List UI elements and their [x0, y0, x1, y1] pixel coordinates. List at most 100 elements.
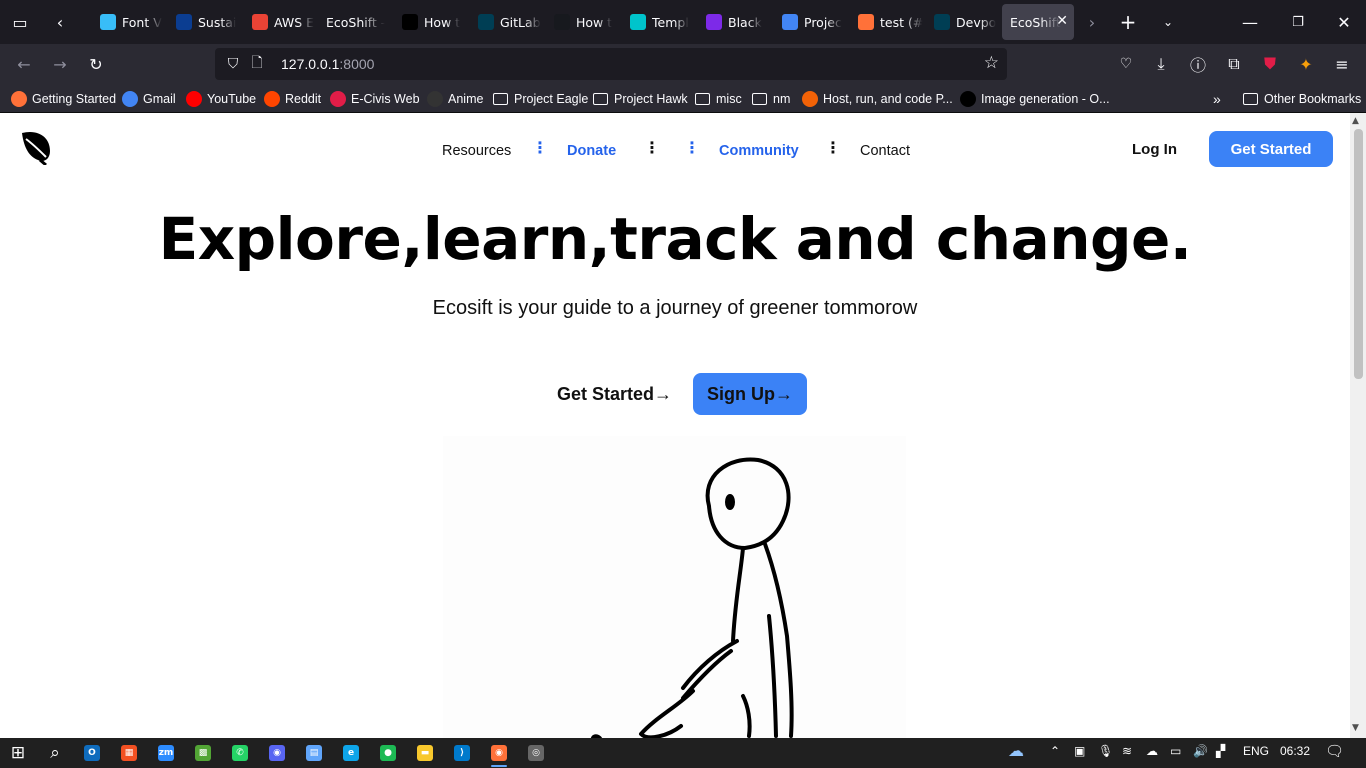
tab-4[interactable]: How t: [394, 4, 468, 40]
bookmark-9[interactable]: nm: [752, 89, 790, 109]
weather-icon[interactable]: ☁: [1008, 741, 1024, 761]
tab-overview-icon[interactable]: ▭: [6, 0, 34, 44]
downloads-icon[interactable]: ⤓: [1146, 50, 1176, 78]
nav-donate[interactable]: Donate: [567, 143, 616, 159]
bookmark-10[interactable]: Host, run, and code P...: [802, 89, 953, 109]
tailwind-icon: [100, 14, 116, 30]
url-text[interactable]: 127.0.0.1:8000: [281, 56, 374, 72]
firefox-icon[interactable]: ◉: [486, 741, 512, 767]
extensions-icon[interactable]: ⧉: [1219, 50, 1249, 78]
page-icon[interactable]: 🗋: [247, 52, 267, 76]
bookmark-8[interactable]: misc: [695, 89, 742, 109]
tab-3[interactable]: EcoShift -: [318, 4, 392, 40]
minimize-window-icon[interactable]: —: [1232, 0, 1268, 44]
tab-9[interactable]: Projec: [774, 4, 848, 40]
camera-icon[interactable]: ▣: [1074, 744, 1085, 758]
more-bookmarks-icon[interactable]: »: [1213, 89, 1221, 109]
obs-icon[interactable]: ◎: [523, 741, 549, 765]
get-started-button[interactable]: Get Started: [1209, 131, 1333, 167]
discord-icon[interactable]: ◉: [264, 741, 290, 765]
windows-start-icon[interactable]: ⊞: [5, 741, 31, 765]
volume-icon[interactable]: 🔊: [1193, 744, 1208, 758]
scroll-tabs-right-icon[interactable]: ›: [1080, 0, 1104, 44]
tab-6[interactable]: How t: [546, 4, 620, 40]
scroll-up-icon[interactable]: ▲: [1352, 116, 1359, 126]
menu-icon[interactable]: ≡: [1327, 50, 1357, 78]
tab-1[interactable]: Sustai: [168, 4, 242, 40]
scroll-tabs-left-icon[interactable]: ‹: [46, 0, 74, 44]
wifi-icon[interactable]: ≋: [1122, 744, 1132, 758]
zoom-icon[interactable]: zm: [153, 741, 179, 765]
close-window-icon[interactable]: ✕: [1326, 0, 1362, 44]
page-scrollbar[interactable]: ▲ ▼: [1350, 113, 1366, 738]
scrollbar-thumb[interactable]: [1354, 129, 1363, 379]
back-icon[interactable]: ←: [9, 50, 39, 78]
minecraft-icon[interactable]: ▩: [190, 741, 216, 765]
shield-icon[interactable]: ⛉: [223, 56, 243, 72]
file-explorer-icon[interactable]: ▬: [412, 741, 438, 765]
resources-menu-icon[interactable]: ⋮: [532, 140, 548, 156]
ublock-icon[interactable]: ⛊: [1255, 50, 1285, 78]
bookmark-7[interactable]: Project Hawk: [593, 89, 688, 109]
tab-2[interactable]: AWS E: [244, 4, 318, 40]
community-more-icon[interactable]: ⋮: [825, 140, 841, 156]
restore-window-icon[interactable]: ❐: [1280, 0, 1316, 44]
show-hidden-icons-icon[interactable]: ⌃: [1050, 744, 1060, 758]
hero-signup-button[interactable]: Sign Up→: [693, 373, 807, 415]
forward-icon[interactable]: →: [45, 50, 75, 78]
extension-puzzle-icon[interactable]: ✦: [1291, 50, 1321, 78]
bookmark-2[interactable]: YouTube: [186, 89, 256, 109]
tab-7[interactable]: Templ: [622, 4, 696, 40]
nav-community[interactable]: Community: [719, 143, 799, 159]
list-all-tabs-icon[interactable]: ⌄: [1154, 0, 1182, 44]
display-icon[interactable]: ▞: [1216, 744, 1225, 758]
login-link[interactable]: Log In: [1132, 141, 1177, 158]
tab-11[interactable]: Devpo: [926, 4, 1000, 40]
bookmark-1[interactable]: Gmail: [122, 89, 176, 109]
tab-8[interactable]: Black: [698, 4, 772, 40]
bookmark-3[interactable]: Reddit: [264, 89, 321, 109]
battery-icon[interactable]: ▭: [1170, 744, 1181, 758]
bookmark-0[interactable]: Getting Started: [11, 89, 116, 109]
hero-get-started-link[interactable]: Get Started→: [557, 384, 672, 405]
tab-0[interactable]: Font V: [92, 4, 166, 40]
bookmark-5[interactable]: Anime: [427, 89, 483, 109]
whatsapp-icon[interactable]: ✆: [227, 741, 253, 765]
new-tab-icon[interactable]: +: [1114, 0, 1142, 44]
store-icon[interactable]: ▦: [116, 741, 142, 765]
bookmark-4[interactable]: E-Civis Web: [330, 89, 420, 109]
microphone-icon[interactable]: 🎙: [1098, 744, 1113, 758]
clock[interactable]: 06:32: [1280, 744, 1310, 758]
bookmark-6[interactable]: Project Eagle: [493, 89, 588, 109]
spotify-icon[interactable]: ●: [375, 741, 401, 765]
file-explorer-glyph: ▬: [417, 745, 433, 761]
close-tab-icon[interactable]: ✕: [1056, 13, 1068, 29]
nav-contact[interactable]: Contact: [860, 143, 910, 159]
tab-label: Devpo: [956, 14, 997, 30]
community-menu-icon[interactable]: ⋮: [684, 140, 700, 156]
language-indicator[interactable]: ENG: [1243, 744, 1269, 758]
info-icon[interactable]: ⓘ: [1183, 50, 1213, 78]
donate-menu-icon[interactable]: ⋮: [644, 140, 660, 156]
nav-resources[interactable]: Resources: [442, 143, 511, 159]
notification-icon[interactable]: 🗨: [1325, 742, 1344, 760]
edge-icon[interactable]: e: [338, 741, 364, 765]
outlook-icon[interactable]: O: [79, 741, 105, 765]
bookmark-label: Getting Started: [32, 92, 117, 106]
url-port: :8000: [339, 56, 375, 72]
search-icon[interactable]: ⌕: [42, 741, 68, 765]
pocket-icon[interactable]: ♡: [1111, 50, 1141, 78]
notepad-icon[interactable]: ▤: [301, 741, 327, 765]
vscode-icon[interactable]: ⟩: [449, 741, 475, 765]
bookmark-11[interactable]: Image generation - O...: [960, 89, 1110, 109]
tab-10[interactable]: test (#: [850, 4, 924, 40]
tab-active[interactable]: EcoShift ✕: [1002, 4, 1074, 40]
url-bar[interactable]: ⛉ 🗋 127.0.0.1:8000 ☆: [215, 48, 1007, 80]
scroll-down-icon[interactable]: ▼: [1352, 723, 1359, 733]
reload-icon[interactable]: ↻: [81, 50, 111, 78]
bookmark-label: Project Eagle: [514, 92, 589, 106]
onedrive-icon[interactable]: ☁: [1146, 744, 1158, 758]
other-bookmarks[interactable]: Other Bookmarks: [1243, 89, 1361, 109]
bookmark-star-icon[interactable]: ☆: [984, 53, 999, 73]
tab-5[interactable]: GitLab: [470, 4, 544, 40]
